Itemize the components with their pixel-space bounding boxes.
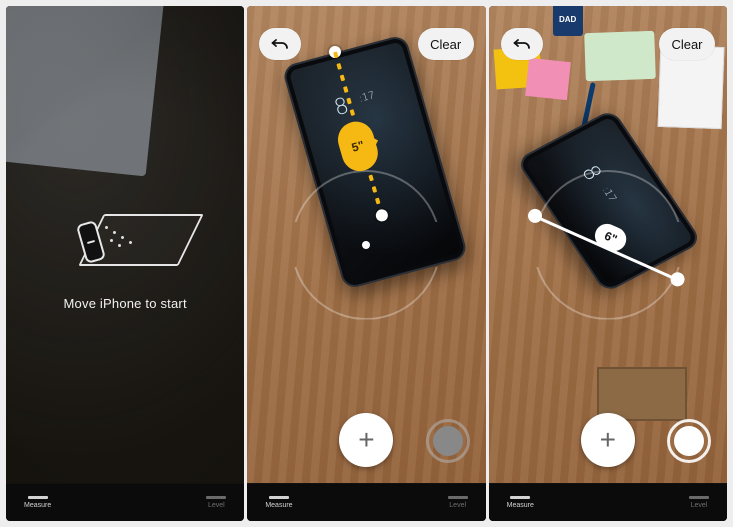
object-notepad [584, 31, 656, 81]
add-point-button[interactable]: + [339, 413, 393, 467]
clear-button[interactable]: Clear [418, 28, 474, 60]
tab-level[interactable]: Level [206, 496, 226, 509]
screen-measuring-active: 8 :17 5" Clear + [247, 6, 485, 521]
level-icon [689, 496, 709, 499]
camera-view: DAD 8 :17 6" Clear [489, 6, 727, 483]
tab-label: Level [208, 502, 225, 509]
undo-button[interactable] [259, 28, 301, 60]
undo-icon [513, 37, 531, 51]
tab-measure[interactable]: Measure [265, 496, 292, 509]
shutter-icon [674, 426, 704, 456]
tab-label: Level [449, 502, 466, 509]
move-phone-icon [55, 206, 195, 274]
tab-label: Measure [24, 502, 51, 509]
onboarding-overlay: Move iPhone to start [6, 6, 244, 483]
screen-onboarding: Move iPhone to start Measure Level [6, 6, 244, 521]
tab-level[interactable]: Level [448, 496, 468, 509]
clock-minute: :17 [358, 90, 377, 105]
add-point-button[interactable]: + [581, 413, 635, 467]
object-sticky-note-pink [525, 58, 571, 100]
tab-measure[interactable]: Measure [24, 496, 51, 509]
bottom-tab-bar: Measure Level [489, 483, 727, 521]
undo-icon [271, 37, 289, 51]
measure-icon [510, 496, 530, 499]
screen-measurement-complete: DAD 8 :17 6" Clear [489, 6, 727, 521]
plus-icon: + [358, 426, 374, 454]
clock-minute: :17 [599, 185, 618, 204]
camera-view: Move iPhone to start [6, 6, 244, 483]
level-icon [448, 496, 468, 499]
onboarding-hint-text: Move iPhone to start [64, 296, 187, 311]
plus-icon: + [600, 426, 616, 454]
bottom-tab-bar: Measure Level [247, 483, 485, 521]
level-icon [206, 496, 226, 499]
clear-button[interactable]: Clear [659, 28, 715, 60]
snapshot-button[interactable] [426, 419, 470, 463]
measure-icon [28, 496, 48, 499]
tab-measure[interactable]: Measure [507, 496, 534, 509]
phone-clock: 8 :17 [576, 162, 603, 184]
object-photo-frame: DAD [553, 6, 583, 36]
undo-button[interactable] [501, 28, 543, 60]
snapshot-button[interactable] [667, 419, 711, 463]
measure-icon [269, 496, 289, 499]
camera-view: 8 :17 5" Clear + [247, 6, 485, 483]
bottom-tab-bar: Measure Level [6, 483, 244, 521]
tab-label: Measure [507, 502, 534, 509]
clock-hour: 8 [576, 162, 606, 185]
tab-level[interactable]: Level [689, 496, 709, 509]
tab-label: Level [691, 502, 708, 509]
tab-label: Measure [265, 502, 292, 509]
shutter-icon [433, 426, 463, 456]
